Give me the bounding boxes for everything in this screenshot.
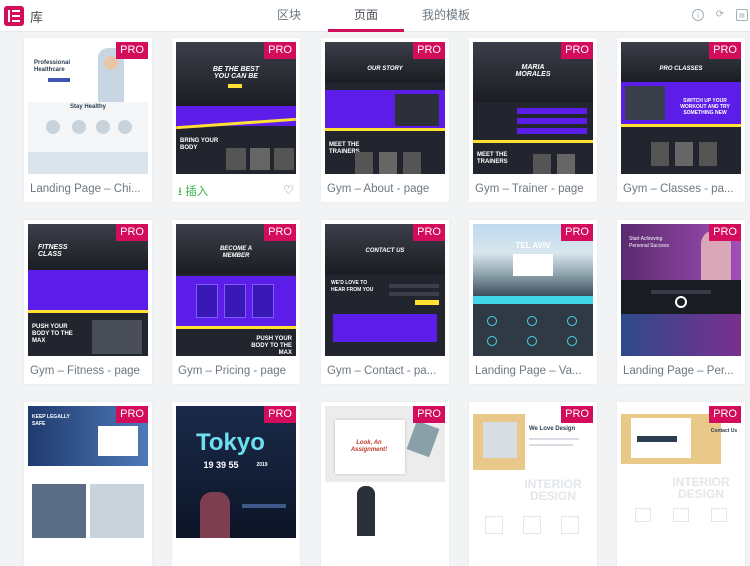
pro-badge: PRO (413, 224, 445, 241)
template-thumbnail[interactable]: KEEP LEGALLY SAFE (28, 406, 148, 538)
pro-badge: PRO (561, 406, 593, 423)
pro-badge: PRO (413, 406, 445, 423)
pro-badge: PRO (413, 42, 445, 59)
insert-button[interactable]: ⭳ 插入 (178, 183, 208, 203)
template-thumbnail[interactable]: Professional Healthcare Stay Healthy (28, 42, 148, 174)
tab-my-templates[interactable]: 我的模板 (420, 6, 472, 32)
template-thumbnail[interactable]: TEL AVIV (473, 224, 593, 356)
pro-badge: PRO (116, 42, 148, 59)
pro-badge: PRO (264, 42, 296, 59)
template-thumbnail[interactable]: PRO CLASSES SWITCH UP YOUR WORKOUT AND T… (621, 42, 741, 174)
template-thumbnail[interactable]: Tokyo 19 39 55 2019 (176, 406, 296, 538)
elementor-logo-icon (4, 6, 24, 26)
template-card[interactable]: CONTACT US WE'D LOVE TO HEAR FROM YOU PR… (321, 220, 449, 384)
pro-badge: PRO (709, 224, 741, 241)
pro-badge: PRO (561, 224, 593, 241)
template-card[interactable]: OUR STORY MEET THE TRAINERS PRO Gym – Ab… (321, 38, 449, 202)
template-caption: Gym – Pricing - page (178, 365, 287, 377)
template-thumbnail[interactable]: FITNESS CLASS PUSH YOUR BODY TO THE MAX (28, 224, 148, 356)
template-caption: Landing Page – Va... (475, 365, 582, 377)
template-card[interactable]: KEEP LEGALLY SAFE PRO (24, 402, 152, 566)
template-caption: Gym – About - page (327, 183, 430, 195)
template-caption: Landing Page – Per... (623, 365, 734, 377)
template-card-hovered[interactable]: BE THE BEST YOU CAN BE BRING YOUR BODY P… (172, 38, 300, 202)
template-caption: Gym – Fitness - page (30, 365, 140, 377)
tab-blocks[interactable]: 区块 (274, 6, 304, 32)
template-thumbnail[interactable]: OUR STORY MEET THE TRAINERS (325, 42, 445, 174)
library-header: 库 区块 页面 我的模板 i ⟳ ▤ (0, 0, 750, 32)
pro-badge: PRO (561, 42, 593, 59)
template-caption: Landing Page – Chi... (30, 183, 141, 195)
template-thumbnail[interactable]: BE THE BEST YOU CAN BE BRING YOUR BODY (176, 42, 296, 174)
template-caption: Gym – Contact - pa... (327, 365, 437, 377)
template-caption: Gym – Trainer - page (475, 183, 584, 195)
pro-badge: PRO (116, 406, 148, 423)
template-card[interactable]: Contact Us INTERIOR DESIGN PRO (617, 402, 745, 566)
template-card[interactable]: Professional Healthcare Stay Healthy PRO… (24, 38, 152, 202)
template-thumbnail[interactable]: We Love Design INTERIOR DESIGN (473, 406, 593, 538)
template-card[interactable]: TEL AVIV PRO Landing Page – Va... (469, 220, 597, 384)
template-thumbnail[interactable]: Contact Us INTERIOR DESIGN (621, 406, 741, 538)
template-thumbnail[interactable]: Look, An Assignment! (325, 406, 445, 538)
pro-badge: PRO (264, 224, 296, 241)
template-card[interactable]: Look, An Assignment! PRO (321, 402, 449, 566)
template-card[interactable]: Tokyo 19 39 55 2019 PRO (172, 402, 300, 566)
template-card[interactable]: Start Achieving Personal Success PRO Lan… (617, 220, 745, 384)
save-icon[interactable]: ▤ (736, 9, 748, 21)
tab-pages[interactable]: 页面 (328, 6, 404, 32)
sync-icon[interactable]: ⟳ (714, 9, 726, 21)
template-card[interactable]: We Love Design INTERIOR DESIGN PRO (469, 402, 597, 566)
template-card[interactable]: BECOME A MEMBER PUSH YOUR BODY TO THE MA… (172, 220, 300, 384)
template-thumbnail[interactable]: BECOME A MEMBER PUSH YOUR BODY TO THE MA… (176, 224, 296, 356)
template-thumbnail[interactable]: MARIA MORALES MEET THE TRAINERS (473, 42, 593, 174)
template-card[interactable]: PRO CLASSES SWITCH UP YOUR WORKOUT AND T… (617, 38, 745, 202)
template-thumbnail[interactable]: CONTACT US WE'D LOVE TO HEAR FROM YOU (325, 224, 445, 356)
template-card[interactable]: MARIA MORALES MEET THE TRAINERS PRO Gym … (469, 38, 597, 202)
template-card[interactable]: FITNESS CLASS PUSH YOUR BODY TO THE MAX … (24, 220, 152, 384)
template-caption: Gym – Classes - pa... (623, 183, 734, 195)
pro-badge: PRO (709, 42, 741, 59)
template-thumbnail[interactable]: Start Achieving Personal Success (621, 224, 741, 356)
library-title: 库 (30, 10, 44, 25)
download-icon: ⭳ (178, 186, 183, 198)
pro-badge: PRO (264, 406, 296, 423)
favorite-heart-icon[interactable]: ♡ (283, 183, 294, 197)
pro-badge: PRO (116, 224, 148, 241)
pro-badge: PRO (709, 406, 741, 423)
info-icon[interactable]: i (692, 9, 704, 21)
